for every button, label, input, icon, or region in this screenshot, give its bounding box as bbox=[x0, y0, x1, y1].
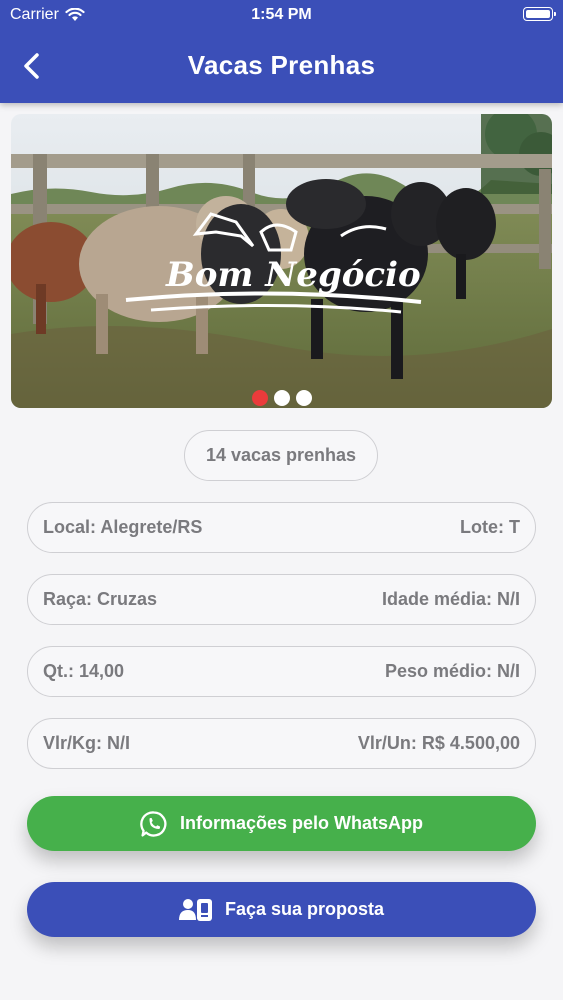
price-per-unit-label: Vlr/Un: R$ 4.500,00 bbox=[357, 733, 520, 753]
listing-count-badge: 14 vacas prenhas bbox=[184, 430, 378, 481]
listing-count-label: 14 vacas prenhas bbox=[205, 445, 357, 465]
whatsapp-button-label: Informações pelo WhatsApp bbox=[179, 813, 424, 833]
carousel-indicators bbox=[0, 390, 563, 406]
info-row-price: Vlr/Kg: N/I Vlr/Un: R$ 4.500,00 bbox=[27, 718, 536, 769]
average-age-label: Idade média: N/I bbox=[381, 589, 520, 609]
make-offer-button-label: Faça sua proposta bbox=[224, 899, 385, 919]
carousel-dot[interactable] bbox=[273, 390, 290, 406]
lot-label: Lote: T bbox=[460, 517, 520, 537]
status-bar: Carrier 1:54 PM bbox=[0, 0, 563, 30]
quantity-label: Qt.: 14,00 bbox=[43, 661, 125, 681]
info-row-breed: Raça: Cruzas Idade média: N/I bbox=[27, 574, 536, 625]
page-title: Vacas Prenhas bbox=[187, 50, 376, 80]
make-offer-button[interactable]: Faça sua proposta bbox=[27, 882, 536, 937]
price-per-kg-label: Vlr/Kg: N/I bbox=[43, 733, 131, 753]
status-time: 1:54 PM bbox=[251, 6, 312, 23]
location-label: Local: Alegrete/RS bbox=[43, 517, 203, 537]
battery-icon bbox=[523, 7, 556, 21]
photo-carousel[interactable]: Bom Negócio bbox=[11, 114, 552, 408]
contact-card-icon bbox=[178, 898, 212, 921]
breed-label: Raça: Cruzas bbox=[43, 589, 158, 609]
app-header: Carrier 1:54 PM Vacas Prenhas bbox=[0, 0, 563, 103]
carousel-dot-active[interactable] bbox=[251, 390, 268, 406]
info-row-location: Local: Alegrete/RS Lote: T bbox=[27, 502, 536, 553]
cattle-photo: Bom Negócio bbox=[11, 114, 552, 408]
info-row-quantity: Qt.: 14,00 Peso médio: N/I bbox=[27, 646, 536, 697]
svg-text:Bom Negócio: Bom Negócio bbox=[165, 255, 421, 295]
average-weight-label: Peso médio: N/I bbox=[384, 661, 520, 681]
carousel-dot[interactable] bbox=[295, 390, 312, 406]
whatsapp-button[interactable]: Informações pelo WhatsApp bbox=[27, 796, 536, 851]
whatsapp-icon bbox=[140, 810, 167, 837]
